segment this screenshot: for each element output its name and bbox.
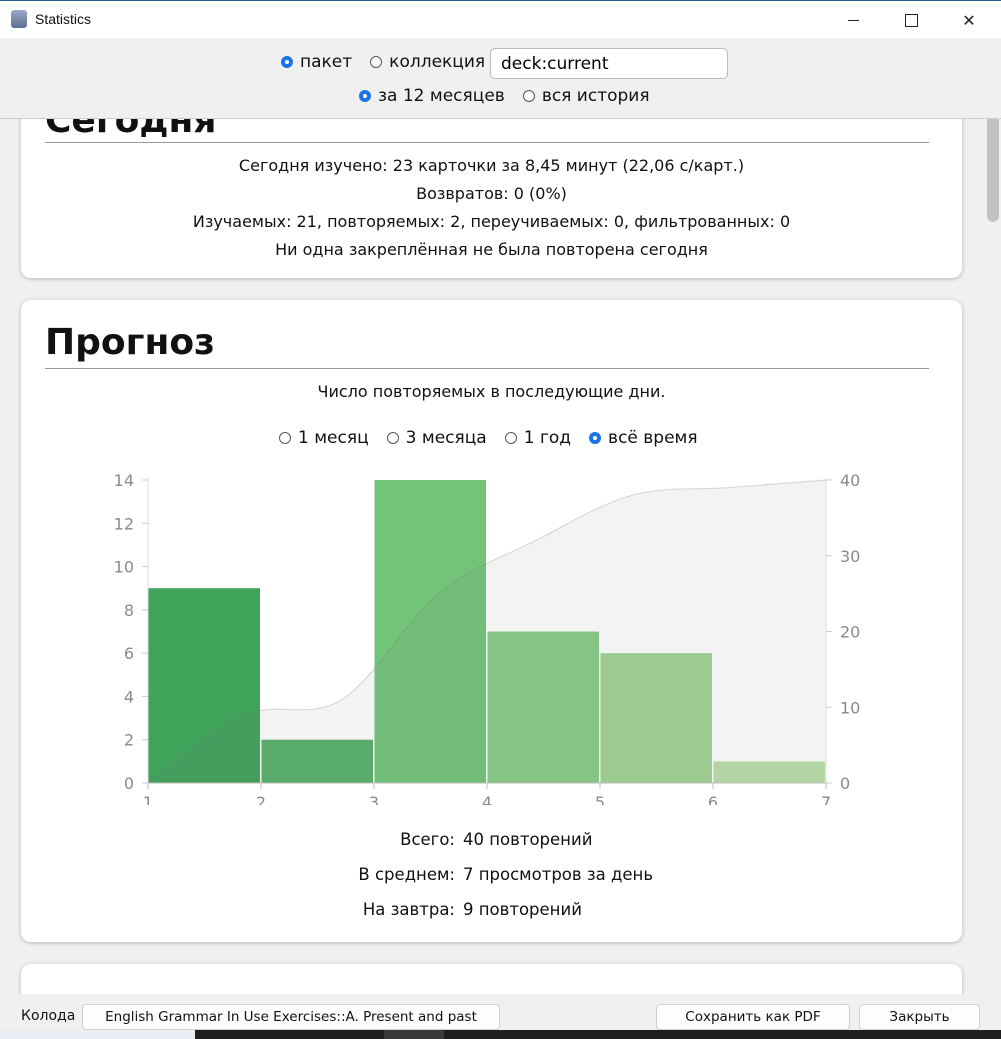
stat-tomorrow-value: 9 повторений	[463, 900, 582, 919]
range-3-months-label: 3 месяца	[405, 428, 487, 448]
stats-content[interactable]: Сегодня Сегодня изучено: 23 карточки за …	[0, 118, 985, 994]
y-tick-label: 14	[114, 471, 134, 490]
range-1-year[interactable]: 1 год	[504, 428, 572, 448]
stat-tomorrow-key: На завтра:	[362, 900, 455, 919]
taskbar-highlight	[384, 1030, 444, 1039]
minimize-icon[interactable]	[830, 1, 876, 39]
deck-label: Колода	[21, 1008, 76, 1024]
range-all-time-label: всё время	[608, 428, 698, 448]
y-tick-label: 0	[124, 774, 134, 793]
stat-average-key: В среднем:	[358, 865, 455, 884]
range-1-month-label: 1 месяц	[298, 428, 369, 448]
y2-tick-label: 0	[840, 774, 850, 793]
x-tick-label: 2	[256, 793, 266, 805]
radio-deck-dot[interactable]	[281, 56, 293, 68]
today-breakdown: Изучаемых: 21, повторяемых: 2, переучива…	[192, 212, 791, 231]
radio-collection-dot[interactable]	[370, 56, 383, 68]
taskbar	[0, 1030, 1001, 1039]
range-all-time-dot[interactable]	[589, 432, 602, 444]
today-divider	[45, 142, 929, 143]
radio-all-history-dot[interactable]	[522, 90, 535, 102]
close-button[interactable]: Закрыть	[859, 1004, 980, 1030]
y-tick-label: 8	[124, 601, 134, 620]
range-1-month-dot[interactable]	[279, 432, 291, 444]
today-studied: Сегодня изучено: 23 карточки за 8,45 мин…	[238, 156, 745, 175]
range-3-months-dot[interactable]	[386, 432, 399, 444]
x-tick-label: 3	[369, 793, 379, 805]
forecast-title: Прогноз	[45, 322, 215, 363]
stat-average-value: 7 просмотров за день	[463, 865, 654, 884]
y2-tick-label: 10	[840, 698, 860, 717]
radio-all-history-label: вся история	[541, 86, 650, 106]
range-1-month[interactable]: 1 месяц	[279, 428, 369, 448]
y-tick-label: 4	[124, 687, 134, 706]
x-tick-label: 4	[482, 793, 492, 805]
forecast-divider	[45, 368, 929, 369]
range-3-months[interactable]: 3 месяца	[386, 428, 487, 448]
search-input[interactable]	[490, 48, 728, 79]
range-1-year-dot[interactable]	[504, 432, 517, 444]
today-mature: Ни одна закреплённая не была повторена с…	[275, 240, 708, 259]
scrollbar[interactable]	[985, 38, 1001, 994]
bottom-bar: Колода English Grammar In Use Exercises:…	[0, 994, 1001, 1030]
maximize-icon[interactable]	[888, 1, 934, 39]
y2-tick-label: 40	[840, 471, 860, 490]
today-title: Сегодня	[45, 118, 217, 141]
stat-total-value: 40 повторений	[463, 830, 593, 849]
scope-radio-group: пакет коллекция	[281, 52, 503, 72]
x-tick-label: 5	[595, 793, 605, 805]
app-icon	[11, 10, 27, 28]
period-radio-group: за 12 месяцев вся история	[359, 86, 668, 106]
radio-all-history[interactable]: вся история	[522, 86, 650, 106]
deck-select-button[interactable]: English Grammar In Use Exercises::A. Pre…	[82, 1004, 500, 1030]
forecast-card: Прогноз Число повторяемых в последующие …	[21, 300, 962, 942]
taskbar-left	[0, 1030, 195, 1039]
radio-collection[interactable]: коллекция	[370, 52, 485, 72]
today-again: Возвратов: 0 (0%)	[416, 184, 567, 203]
radio-collection-label: коллекция	[389, 52, 486, 72]
radio-deck[interactable]: пакет	[281, 52, 352, 72]
title-bar: Statistics ✕	[0, 0, 1001, 39]
x-tick-label: 6	[708, 793, 718, 805]
save-pdf-button[interactable]: Сохранить как PDF	[656, 1004, 850, 1030]
radio-12-months-label: за 12 месяцев	[378, 86, 505, 106]
y2-tick-label: 30	[840, 547, 860, 566]
radio-12-months-dot[interactable]	[359, 90, 371, 102]
y-tick-label: 10	[114, 558, 134, 577]
y-tick-label: 2	[124, 731, 134, 750]
range-all-time[interactable]: всё время	[589, 428, 698, 448]
stat-total-key: Всего:	[400, 830, 455, 849]
next-card	[21, 964, 962, 994]
y-tick-label: 6	[124, 644, 134, 663]
radio-deck-label: пакет	[300, 52, 353, 72]
close-icon[interactable]: ✕	[946, 1, 992, 39]
forecast-chart: 024681012140102030401 2 3 4 5 6 7	[114, 471, 861, 805]
window-title: Statistics	[35, 11, 92, 27]
radio-12-months[interactable]: за 12 месяцев	[359, 86, 505, 106]
forecast-range-group: 1 месяц 3 месяца 1 год всё время	[279, 428, 716, 448]
x-tick-label: 7	[821, 793, 831, 805]
range-1-year-label: 1 год	[523, 428, 572, 448]
today-card: Сегодня Сегодня изучено: 23 карточки за …	[21, 118, 962, 278]
x-tick-label: 1	[143, 793, 153, 805]
y2-tick-label: 20	[840, 623, 860, 642]
y-tick-label: 12	[114, 514, 134, 533]
stats-controls: пакет коллекция за 12 месяцев вся истори…	[0, 38, 1001, 119]
forecast-subtitle: Число повторяемых в последующие дни.	[317, 382, 666, 401]
